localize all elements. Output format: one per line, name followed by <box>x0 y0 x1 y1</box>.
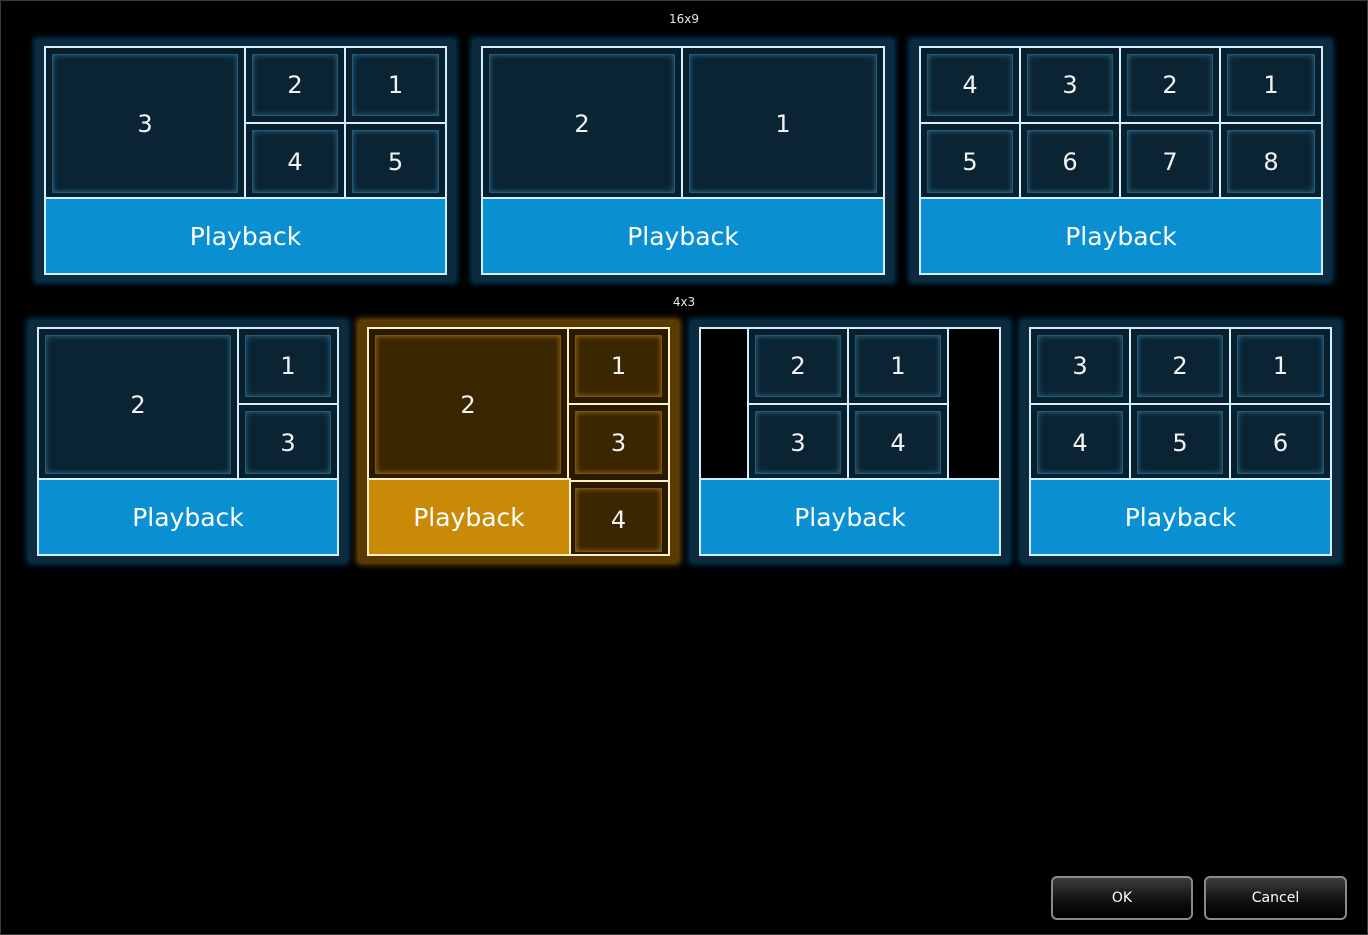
playback-area: Playback <box>921 197 1321 273</box>
layout-preview: 2 1 3 4 Playback <box>699 327 1001 556</box>
pane-cell: 3 <box>1021 48 1121 124</box>
pane-number: 2 <box>287 71 303 99</box>
layout-4x3-quad-pillarbox[interactable]: 2 1 3 4 Playback <box>691 321 1009 562</box>
playback-area: Playback <box>1031 478 1330 554</box>
pane-cell: 3 <box>569 405 668 482</box>
pane-number: 1 <box>1263 71 1279 99</box>
section-title-4x3: 4x3 <box>672 295 696 309</box>
pane-cell: 1 <box>239 329 337 405</box>
pane-number: 1 <box>610 352 627 380</box>
pane-number: 4 <box>890 428 906 457</box>
pane-number: 1 <box>775 109 791 138</box>
pane-cell: 4 <box>849 405 949 482</box>
pane-number: 2 <box>130 390 146 419</box>
pane-number: 3 <box>1062 71 1078 99</box>
pane-cell: 1 <box>346 48 445 124</box>
pane-number: 1 <box>280 352 296 380</box>
layout-preview: 4 3 2 1 5 6 7 8 Playback <box>919 46 1323 275</box>
layout-16x9-eight-split[interactable]: 4 3 2 1 5 6 7 8 Playback <box>911 40 1331 281</box>
pane-cell: 2 <box>749 329 849 405</box>
pillarbox-left <box>701 329 749 482</box>
pane-cell: 4 <box>246 124 346 201</box>
pillarbox-right <box>949 329 999 482</box>
pane-number: 5 <box>1172 428 1188 457</box>
pane-cell: 2 <box>483 48 683 201</box>
pane-number: 6 <box>1272 428 1289 457</box>
pane-cell: 5 <box>346 124 445 201</box>
pane-cell: 4 <box>1031 405 1131 482</box>
pane-cell: 1 <box>569 329 668 405</box>
pane-number: 2 <box>1162 71 1178 99</box>
layout-4x3-three-split[interactable]: 2 1 3 Playback <box>29 321 347 562</box>
pane-number: 2 <box>574 109 590 138</box>
pane-number: 3 <box>610 428 627 457</box>
pane-cell: 2 <box>1131 329 1231 405</box>
pane-cell: 1 <box>1221 48 1321 124</box>
layout-preview: 2 1 3 Playback <box>37 327 339 556</box>
pane-cell: 6 <box>1231 405 1330 482</box>
pane-cell: 2 <box>246 48 346 124</box>
pane-number: 1 <box>387 71 404 99</box>
pane-cell: 2 <box>369 329 569 482</box>
pane-cell: 3 <box>46 48 246 201</box>
layout-4x3-six-split[interactable]: 3 2 1 4 5 6 Playback <box>1021 321 1340 562</box>
pane-number: 7 <box>1162 147 1178 176</box>
pane-number: 4 <box>287 147 303 176</box>
pane-cell: 3 <box>1031 329 1131 405</box>
pane-number: 2 <box>460 390 476 419</box>
ok-button[interactable]: OK <box>1051 876 1193 920</box>
pane-number: 4 <box>1072 428 1088 457</box>
pane-cell: 6 <box>1021 124 1121 201</box>
pane-number: 3 <box>790 428 806 457</box>
pane-cell: 3 <box>239 405 337 482</box>
playback-area: Playback <box>701 478 999 554</box>
layout-preview: 2 1 3 Playback 4 <box>367 327 670 556</box>
pane-cell: 1 <box>849 329 949 405</box>
layout-preview: 3 2 1 4 5 Playback <box>44 46 447 275</box>
pane-number: 5 <box>962 147 978 176</box>
section-title-16x9: 16x9 <box>668 12 699 26</box>
layout-preview: 3 2 1 4 5 6 Playback <box>1029 327 1332 556</box>
playback-area: Playback <box>39 478 337 554</box>
pane-cell: 2 <box>39 329 239 482</box>
pane-cell: 8 <box>1221 124 1321 201</box>
pane-number: 3 <box>1072 352 1088 380</box>
pane-cell: 7 <box>1121 124 1221 201</box>
pane-cell: 3 <box>749 405 849 482</box>
pane-number: 4 <box>962 71 978 99</box>
pane-number: 2 <box>1172 352 1188 380</box>
pane-cell: 4 <box>921 48 1021 124</box>
pane-number: 1 <box>1272 352 1289 380</box>
pane-number: 2 <box>790 352 806 380</box>
pane-cell: 5 <box>1131 405 1231 482</box>
pane-cell: 5 <box>921 124 1021 201</box>
pane-number: 3 <box>137 109 153 138</box>
pane-number: 1 <box>890 352 906 380</box>
layout-16x9-two-split[interactable]: 2 1 Playback <box>473 40 893 281</box>
layout-4x3-four-split-selected[interactable]: 2 1 3 Playback 4 <box>359 321 678 562</box>
layout-16x9-five-split[interactable]: 3 2 1 4 5 Playback <box>36 40 455 281</box>
pane-cell: 1 <box>1231 329 1330 405</box>
pane-number: 5 <box>387 147 404 176</box>
layout-preview: 2 1 Playback <box>481 46 885 275</box>
playback-area: Playback <box>483 197 883 273</box>
pane-number: 3 <box>280 428 296 457</box>
pane-cell: 2 <box>1121 48 1221 124</box>
pane-number: 6 <box>1062 147 1078 176</box>
pane-number: 4 <box>610 506 627 534</box>
pane-number: 8 <box>1263 147 1279 176</box>
playback-area: Playback <box>46 197 445 273</box>
pane-cell: 4 <box>569 482 668 558</box>
pane-cell: 1 <box>683 48 883 201</box>
cancel-button[interactable]: Cancel <box>1204 876 1347 920</box>
playback-area: Playback <box>369 478 571 554</box>
